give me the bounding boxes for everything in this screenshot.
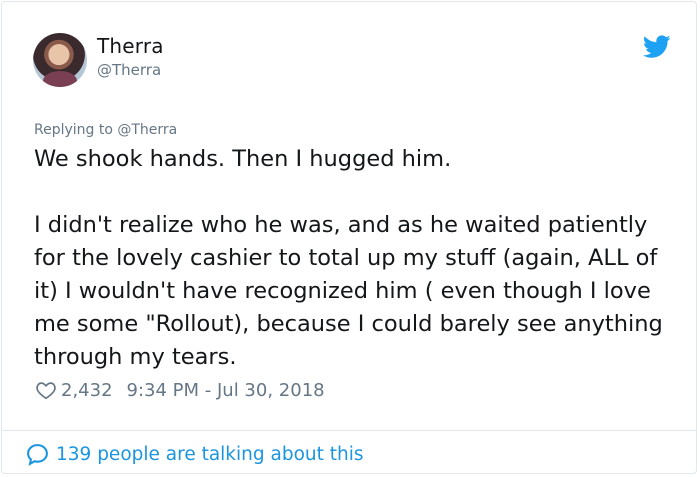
- author-display-name[interactable]: Therra: [97, 34, 164, 58]
- twitter-bird-icon[interactable]: [643, 35, 671, 59]
- like-count[interactable]: 2,432: [61, 380, 113, 401]
- talking-about-text[interactable]: 139 people are talking about this: [56, 444, 364, 465]
- divider: [2, 430, 696, 431]
- tweet-card: Therra @Therra Replying to @Therra We sh…: [1, 1, 697, 474]
- speech-bubble-icon: [27, 444, 48, 466]
- replying-to[interactable]: Replying to @Therra: [34, 122, 177, 138]
- avatar[interactable]: [33, 33, 87, 87]
- tweet-meta: 2,432 9:34 PM - Jul 30, 2018: [35, 378, 325, 402]
- author-handle[interactable]: @Therra: [97, 61, 161, 79]
- heart-icon[interactable]: [35, 379, 57, 401]
- tweet-text: We shook hands. Then I hugged him. I did…: [34, 146, 663, 370]
- timestamp[interactable]: 9:34 PM - Jul 30, 2018: [127, 380, 325, 401]
- talking-about-link[interactable]: 139 people are talking about this: [25, 442, 364, 467]
